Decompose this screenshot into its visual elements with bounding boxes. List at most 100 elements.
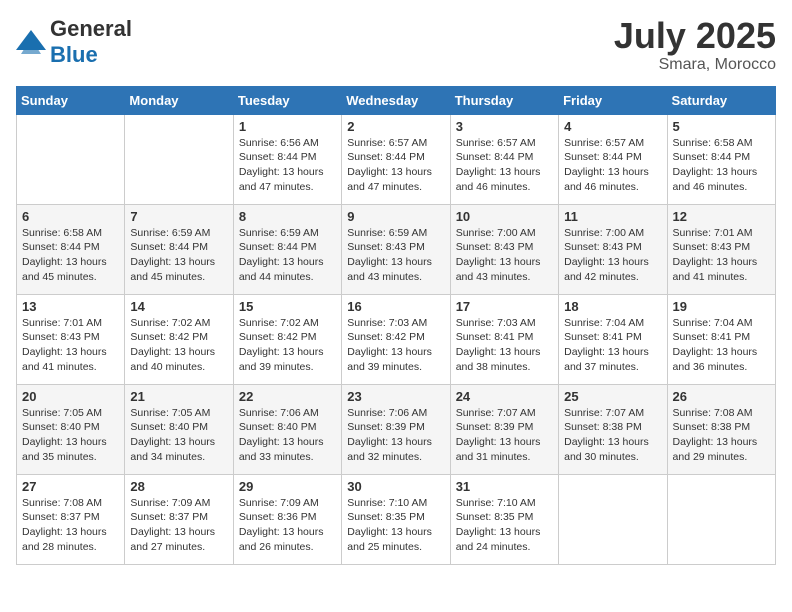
- day-number: 15: [239, 299, 336, 314]
- day-number: 19: [673, 299, 770, 314]
- logo-blue: Blue: [50, 42, 98, 67]
- calendar-cell: [125, 114, 233, 204]
- location-title: Smara, Morocco: [614, 56, 776, 74]
- day-number: 2: [347, 119, 444, 134]
- calendar-cell: 12 Sunrise: 7:01 AMSunset: 8:43 PMDayligh…: [667, 204, 775, 294]
- day-info: Sunrise: 6:57 AMSunset: 8:44 PMDaylight:…: [564, 136, 661, 195]
- day-number: 24: [456, 389, 553, 404]
- calendar-cell: 27 Sunrise: 7:08 AMSunset: 8:37 PMDayligh…: [17, 474, 125, 564]
- day-info: Sunrise: 7:01 AMSunset: 8:43 PMDaylight:…: [673, 226, 770, 285]
- day-info: Sunrise: 7:06 AMSunset: 8:40 PMDaylight:…: [239, 406, 336, 465]
- logo-general: General: [50, 16, 132, 41]
- day-number: 5: [673, 119, 770, 134]
- calendar-cell: 4 Sunrise: 6:57 AMSunset: 8:44 PMDaylight…: [559, 114, 667, 204]
- calendar-cell: [559, 474, 667, 564]
- logo: General Blue: [16, 16, 132, 68]
- day-info: Sunrise: 7:03 AMSunset: 8:42 PMDaylight:…: [347, 316, 444, 375]
- calendar-header-row: SundayMondayTuesdayWednesdayThursdayFrid…: [17, 86, 776, 114]
- calendar-cell: 18Sunrise: 7:04 AMSunset: 8:41 PMDayligh…: [559, 294, 667, 384]
- day-info: Sunrise: 7:02 AMSunset: 8:42 PMDaylight:…: [239, 316, 336, 375]
- day-number: 3: [456, 119, 553, 134]
- calendar-cell: 5 Sunrise: 6:58 AMSunset: 8:44 PMDaylight…: [667, 114, 775, 204]
- calendar-cell: 10 Sunrise: 7:00 AMSunset: 8:43 PMDayligh…: [450, 204, 558, 294]
- day-info: Sunrise: 7:09 AMSunset: 8:37 PMDaylight:…: [130, 496, 227, 555]
- day-number: 30: [347, 479, 444, 494]
- day-info: Sunrise: 6:59 AMSunset: 8:44 PMDaylight:…: [130, 226, 227, 285]
- day-number: 16: [347, 299, 444, 314]
- calendar-week-row: 27 Sunrise: 7:08 AMSunset: 8:37 PMDayligh…: [17, 474, 776, 564]
- calendar-week-row: 1Sunrise: 6:56 AMSunset: 8:44 PMDaylight…: [17, 114, 776, 204]
- logo-icon: [16, 30, 46, 54]
- calendar-cell: 30 Sunrise: 7:10 AMSunset: 8:35 PMDayligh…: [342, 474, 450, 564]
- day-number: 14: [130, 299, 227, 314]
- day-number: 8: [239, 209, 336, 224]
- day-number: 7: [130, 209, 227, 224]
- calendar-cell: 2 Sunrise: 6:57 AMSunset: 8:44 PMDaylight…: [342, 114, 450, 204]
- day-number: 18: [564, 299, 661, 314]
- day-number: 10: [456, 209, 553, 224]
- calendar-week-row: 20 Sunrise: 7:05 AMSunset: 8:40 PMDayligh…: [17, 384, 776, 474]
- calendar-cell: 26Sunrise: 7:08 AMSunset: 8:38 PMDayligh…: [667, 384, 775, 474]
- day-number: 13: [22, 299, 119, 314]
- calendar-cell: 7 Sunrise: 6:59 AMSunset: 8:44 PMDaylight…: [125, 204, 233, 294]
- calendar-cell: 13Sunrise: 7:01 AMSunset: 8:43 PMDayligh…: [17, 294, 125, 384]
- weekday-header-thursday: Thursday: [450, 86, 558, 114]
- calendar-cell: 9Sunrise: 6:59 AMSunset: 8:43 PMDaylight…: [342, 204, 450, 294]
- calendar-cell: [17, 114, 125, 204]
- title-area: July 2025 Smara, Morocco: [614, 16, 776, 74]
- day-info: Sunrise: 7:10 AMSunset: 8:35 PMDaylight:…: [347, 496, 444, 555]
- calendar-cell: 21 Sunrise: 7:05 AMSunset: 8:40 PMDayligh…: [125, 384, 233, 474]
- day-info: Sunrise: 7:00 AMSunset: 8:43 PMDaylight:…: [564, 226, 661, 285]
- day-number: 6: [22, 209, 119, 224]
- day-number: 12: [673, 209, 770, 224]
- day-info: Sunrise: 6:57 AMSunset: 8:44 PMDaylight:…: [456, 136, 553, 195]
- day-number: 28: [130, 479, 227, 494]
- calendar-week-row: 13Sunrise: 7:01 AMSunset: 8:43 PMDayligh…: [17, 294, 776, 384]
- day-info: Sunrise: 7:07 AMSunset: 8:39 PMDaylight:…: [456, 406, 553, 465]
- calendar-cell: 1Sunrise: 6:56 AMSunset: 8:44 PMDaylight…: [233, 114, 341, 204]
- calendar-cell: 14 Sunrise: 7:02 AMSunset: 8:42 PMDayligh…: [125, 294, 233, 384]
- day-info: Sunrise: 6:59 AMSunset: 8:44 PMDaylight:…: [239, 226, 336, 285]
- calendar-cell: 8 Sunrise: 6:59 AMSunset: 8:44 PMDaylight…: [233, 204, 341, 294]
- calendar-cell: 17 Sunrise: 7:03 AMSunset: 8:41 PMDayligh…: [450, 294, 558, 384]
- day-number: 4: [564, 119, 661, 134]
- day-info: Sunrise: 7:00 AMSunset: 8:43 PMDaylight:…: [456, 226, 553, 285]
- calendar-cell: 3 Sunrise: 6:57 AMSunset: 8:44 PMDaylight…: [450, 114, 558, 204]
- day-info: Sunrise: 6:57 AMSunset: 8:44 PMDaylight:…: [347, 136, 444, 195]
- day-number: 17: [456, 299, 553, 314]
- day-number: 11: [564, 209, 661, 224]
- calendar-cell: 31Sunrise: 7:10 AMSunset: 8:35 PMDayligh…: [450, 474, 558, 564]
- calendar-table: SundayMondayTuesdayWednesdayThursdayFrid…: [16, 86, 776, 565]
- day-number: 23: [347, 389, 444, 404]
- calendar-cell: [667, 474, 775, 564]
- day-info: Sunrise: 7:03 AMSunset: 8:41 PMDaylight:…: [456, 316, 553, 375]
- calendar-cell: 15 Sunrise: 7:02 AMSunset: 8:42 PMDayligh…: [233, 294, 341, 384]
- day-number: 25: [564, 389, 661, 404]
- day-info: Sunrise: 7:02 AMSunset: 8:42 PMDaylight:…: [130, 316, 227, 375]
- day-info: Sunrise: 7:06 AMSunset: 8:39 PMDaylight:…: [347, 406, 444, 465]
- day-info: Sunrise: 7:08 AMSunset: 8:37 PMDaylight:…: [22, 496, 119, 555]
- day-number: 26: [673, 389, 770, 404]
- weekday-header-tuesday: Tuesday: [233, 86, 341, 114]
- day-info: Sunrise: 7:05 AMSunset: 8:40 PMDaylight:…: [22, 406, 119, 465]
- calendar-cell: 6Sunrise: 6:58 AMSunset: 8:44 PMDaylight…: [17, 204, 125, 294]
- calendar-cell: 24 Sunrise: 7:07 AMSunset: 8:39 PMDayligh…: [450, 384, 558, 474]
- day-number: 1: [239, 119, 336, 134]
- calendar-cell: 29Sunrise: 7:09 AMSunset: 8:36 PMDayligh…: [233, 474, 341, 564]
- day-number: 29: [239, 479, 336, 494]
- day-info: Sunrise: 7:05 AMSunset: 8:40 PMDaylight:…: [130, 406, 227, 465]
- calendar-cell: 11 Sunrise: 7:00 AMSunset: 8:43 PMDayligh…: [559, 204, 667, 294]
- day-info: Sunrise: 6:58 AMSunset: 8:44 PMDaylight:…: [673, 136, 770, 195]
- calendar-cell: 16 Sunrise: 7:03 AMSunset: 8:42 PMDayligh…: [342, 294, 450, 384]
- calendar-cell: 20 Sunrise: 7:05 AMSunset: 8:40 PMDayligh…: [17, 384, 125, 474]
- day-info: Sunrise: 6:59 AMSunset: 8:43 PMDaylight:…: [347, 226, 444, 285]
- day-number: 27: [22, 479, 119, 494]
- day-number: 20: [22, 389, 119, 404]
- month-title: July 2025: [614, 16, 776, 56]
- day-number: 22: [239, 389, 336, 404]
- day-number: 21: [130, 389, 227, 404]
- day-info: Sunrise: 7:07 AMSunset: 8:38 PMDaylight:…: [564, 406, 661, 465]
- weekday-header-wednesday: Wednesday: [342, 86, 450, 114]
- weekday-header-friday: Friday: [559, 86, 667, 114]
- calendar-cell: 23 Sunrise: 7:06 AMSunset: 8:39 PMDayligh…: [342, 384, 450, 474]
